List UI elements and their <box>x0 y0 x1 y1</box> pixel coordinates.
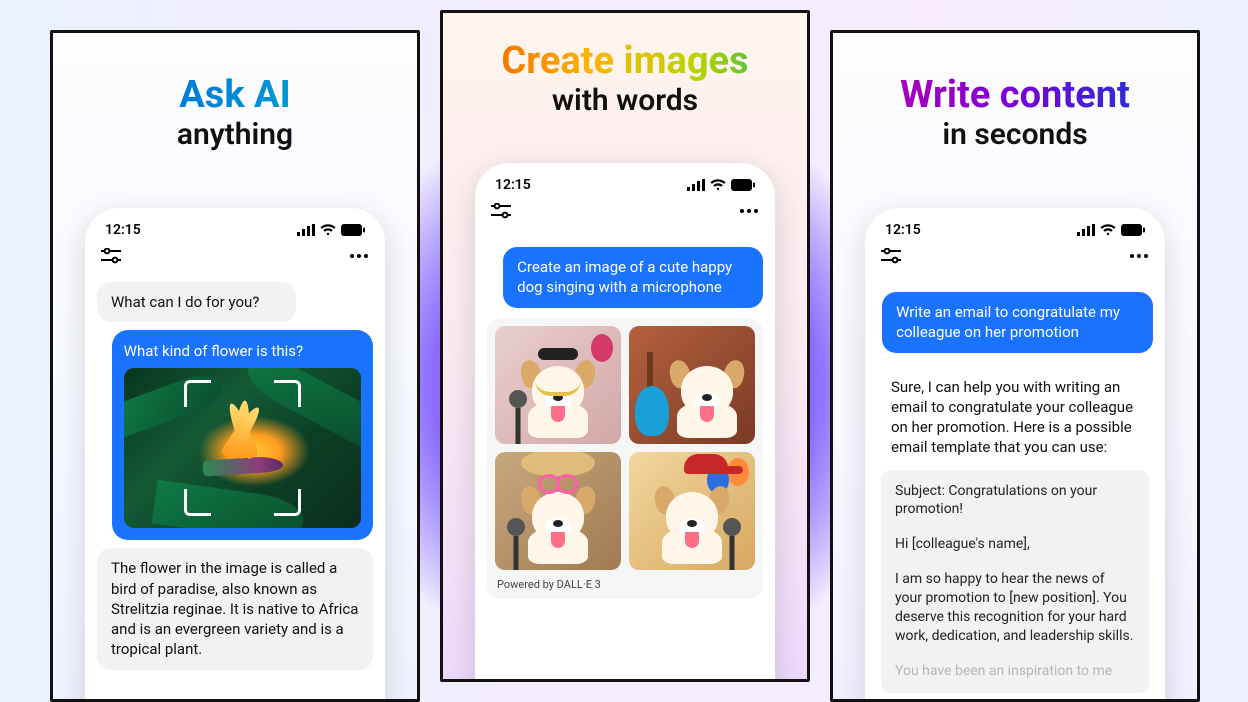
user-question-text: What kind of flower is this? <box>124 342 361 360</box>
wifi-icon <box>320 224 336 236</box>
headline-sub: anything <box>53 117 417 152</box>
dog-shape <box>523 356 593 438</box>
panel-write-content: Write content in seconds 12:15 Write an … <box>830 30 1200 702</box>
email-greeting: Hi [colleague's name], <box>895 535 1135 554</box>
status-icons <box>1077 224 1145 236</box>
battery-icon <box>731 179 755 191</box>
wifi-icon <box>710 179 726 191</box>
microphone-shape <box>509 390 527 408</box>
headline: Ask AI anything <box>53 75 417 152</box>
phone-mock: 12:15 Write an email to congratulate my … <box>865 208 1165 702</box>
headline-main: Write content <box>833 75 1197 117</box>
leaf-shape <box>124 368 226 438</box>
panel-ask-ai: Ask AI anything 12:15 <box>50 30 420 702</box>
email-paragraph-faded: You have been an inspiration to me <box>895 662 1135 681</box>
hat-brim-shape <box>521 452 595 476</box>
phone-mock: 12:15 What can I do for you <box>85 208 385 702</box>
more-menu-icon[interactable] <box>739 208 759 214</box>
chat-area: What can I do for you? What kind of flow… <box>95 270 375 670</box>
generated-images-card: Powered by DALL·E 3 <box>487 318 763 599</box>
chat-area: Create an image of a cute happy dog sing… <box>485 225 765 599</box>
status-icons <box>687 179 755 191</box>
microphone-shape <box>507 518 525 536</box>
generated-image[interactable] <box>629 326 755 444</box>
settings-sliders-icon[interactable] <box>101 248 121 264</box>
headline-sub: in seconds <box>833 117 1197 152</box>
headline: Write content in seconds <box>833 75 1197 152</box>
sunglasses-shape <box>538 348 578 360</box>
powered-by-label: Powered by DALL·E 3 <box>495 570 755 591</box>
more-menu-icon[interactable] <box>1129 253 1149 259</box>
top-bar <box>95 238 375 270</box>
user-prompt-bubble: Create an image of a cute happy dog sing… <box>503 247 763 308</box>
headline-main: Ask AI <box>53 75 417 117</box>
email-paragraph: I am so happy to hear the news of your p… <box>895 570 1135 646</box>
status-icons <box>297 224 365 236</box>
signal-icon <box>687 179 705 191</box>
email-template-box: Subject: Congratulations on your promoti… <box>881 470 1149 693</box>
ai-response-bubble: Sure, I can help you with writing an ema… <box>877 361 1153 693</box>
headline: Create images with words <box>443 41 807 118</box>
more-menu-icon[interactable] <box>349 253 369 259</box>
user-prompt-bubble: Write an email to congratulate my collea… <box>882 292 1153 353</box>
status-time: 12:15 <box>495 177 531 193</box>
user-image-question-bubble: What kind of flower is this? <box>112 330 373 540</box>
battery-icon <box>341 224 365 236</box>
generated-images-grid <box>495 326 755 570</box>
status-time: 12:15 <box>105 222 141 238</box>
settings-sliders-icon[interactable] <box>881 248 901 264</box>
status-bar: 12:15 <box>485 177 765 193</box>
dog-shape <box>523 482 593 564</box>
focus-corner-icon <box>184 380 211 407</box>
chat-area: Write an email to congratulate my collea… <box>875 270 1155 693</box>
top-bar <box>875 238 1155 270</box>
generated-image[interactable] <box>495 452 621 570</box>
status-bar: 12:15 <box>95 222 375 238</box>
ai-intro-text: Sure, I can help you with writing an ema… <box>881 371 1149 470</box>
status-time: 12:15 <box>885 222 921 238</box>
focus-corner-icon <box>274 380 301 407</box>
attached-image[interactable] <box>124 368 361 528</box>
ai-answer-bubble: The flower in the image is called a bird… <box>97 548 373 669</box>
headline-main: Create images <box>443 41 807 83</box>
focus-corner-icon <box>274 489 301 516</box>
dog-shape <box>657 482 727 564</box>
dog-shape <box>672 356 742 438</box>
signal-icon <box>1077 224 1095 236</box>
generated-image[interactable] <box>495 326 621 444</box>
email-subject: Subject: Congratulations on your promoti… <box>895 482 1135 520</box>
microphone-shape <box>723 518 741 536</box>
battery-icon <box>1121 224 1145 236</box>
status-bar: 12:15 <box>875 222 1155 238</box>
headline-sub: with words <box>443 83 807 118</box>
pink-glasses-shape <box>538 474 578 488</box>
wifi-icon <box>1100 224 1116 236</box>
phone-mock: 12:15 Create an image of a cute happy do… <box>475 163 775 682</box>
top-bar <box>485 193 765 225</box>
panel-create-images: Create images with words 12:15 Create an… <box>440 10 810 682</box>
balloon-shape <box>591 334 613 362</box>
focus-corner-icon <box>184 489 211 516</box>
ai-greeting-bubble: What can I do for you? <box>97 282 296 322</box>
guitar-shape <box>635 386 669 436</box>
generated-image[interactable] <box>629 452 755 570</box>
settings-sliders-icon[interactable] <box>491 203 511 219</box>
signal-icon <box>297 224 315 236</box>
cap-brim-shape <box>717 466 743 474</box>
